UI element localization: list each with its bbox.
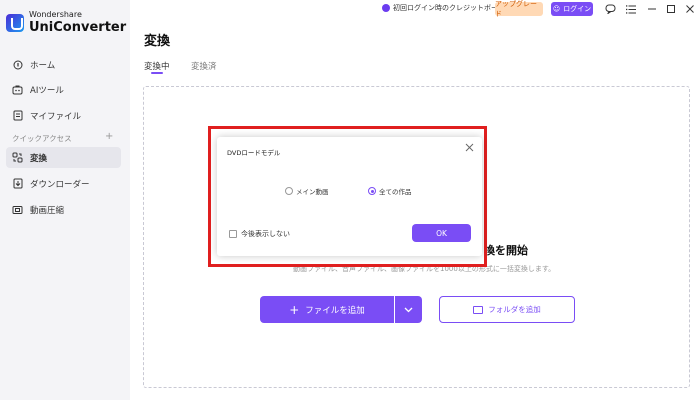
add-folder-button[interactable]: フォルダを追加 — [439, 296, 575, 323]
quick-access-label: クイックアクセス — [12, 134, 72, 143]
sidebar-item-label: 動画圧縮 — [30, 205, 65, 216]
checkbox-box — [229, 230, 237, 238]
sidebar-item-ai-tools[interactable]: AIツール — [6, 79, 121, 100]
maximize-icon[interactable] — [664, 2, 678, 16]
add-folder-label: フォルダを追加 — [488, 305, 541, 314]
dvd-load-model-dialog: DVDロードモデル メイン動画 全ての作品 今後表示しない OK — [217, 137, 482, 256]
sidebar-item-label: AIツール — [30, 85, 64, 96]
radio-main-video[interactable]: メイン動画 — [285, 186, 329, 196]
brand-small: Wondershare — [29, 10, 82, 19]
sidebar-item-my-files[interactable]: マイファイル — [6, 105, 121, 126]
add-file-button[interactable]: + ファイルを追加 — [260, 296, 394, 323]
my-files-icon — [12, 110, 23, 121]
home-icon — [12, 59, 23, 70]
close-icon[interactable] — [465, 143, 474, 155]
downloader-icon — [12, 178, 23, 189]
active-tab-indicator — [151, 72, 163, 74]
upgrade-button[interactable]: アップグレード — [495, 0, 543, 18]
tab-converted[interactable]: 変換済 — [191, 60, 217, 72]
uniconverter-logo-icon — [6, 13, 24, 32]
folder-icon — [473, 305, 484, 314]
minimize-icon[interactable] — [645, 2, 659, 16]
promo-icon — [382, 4, 390, 12]
radio-circle-checked — [368, 187, 376, 195]
start-conversion-heading: 換を開始 — [484, 244, 528, 257]
tab-converting[interactable]: 変換中 — [144, 60, 170, 72]
radio-all-titles[interactable]: 全ての作品 — [368, 186, 412, 196]
ai-tools-icon — [12, 84, 23, 95]
sidebar-item-convert[interactable]: 変換 — [6, 147, 121, 168]
dont-show-again-checkbox[interactable]: 今後表示しない — [229, 229, 290, 239]
dialog-title: DVDロードモデル — [227, 149, 281, 157]
ok-button[interactable]: OK — [412, 224, 471, 242]
radio-label: メイン動画 — [296, 188, 329, 196]
user-icon: ☺ — [552, 5, 561, 13]
credit-bonus-promo[interactable]: 初回ログイン時のクレジットボーナス — [382, 3, 512, 13]
sidebar-item-home[interactable]: ホーム — [6, 54, 121, 75]
radio-label: 全ての作品 — [379, 188, 412, 196]
login-button[interactable]: ☺ ログイン — [551, 2, 593, 16]
menu-icon[interactable] — [624, 2, 638, 16]
plus-icon: + — [289, 302, 300, 317]
convert-icon — [12, 152, 23, 163]
sidebar-item-compress[interactable]: 動画圧縮 — [6, 199, 121, 220]
sidebar-item-label: マイファイル — [30, 111, 82, 122]
sidebar: Wondershare UniConverter ホーム AIツール マイファイ… — [0, 0, 130, 400]
chat-icon[interactable] — [603, 2, 617, 16]
sidebar-item-label: ホーム — [30, 60, 56, 71]
close-window-icon[interactable] — [683, 2, 697, 16]
add-file-dropdown-button[interactable] — [395, 296, 422, 323]
sidebar-item-label: ダウンローダー — [30, 179, 90, 190]
login-label: ログイン — [563, 5, 592, 13]
sidebar-item-label: 変換 — [30, 153, 48, 164]
page-title: 変換 — [144, 34, 171, 49]
add-file-label: ファイルを追加 — [305, 305, 365, 316]
sidebar-item-downloader[interactable]: ダウンローダー — [6, 173, 121, 194]
brand-name: UniConverter — [29, 20, 127, 35]
app-logo: Wondershare UniConverter — [6, 10, 126, 35]
compress-icon — [12, 204, 23, 215]
quick-access-add-button[interactable]: + — [105, 131, 113, 142]
radio-circle — [285, 187, 293, 195]
chevron-down-icon — [404, 307, 413, 312]
checkbox-label: 今後表示しない — [241, 230, 290, 238]
